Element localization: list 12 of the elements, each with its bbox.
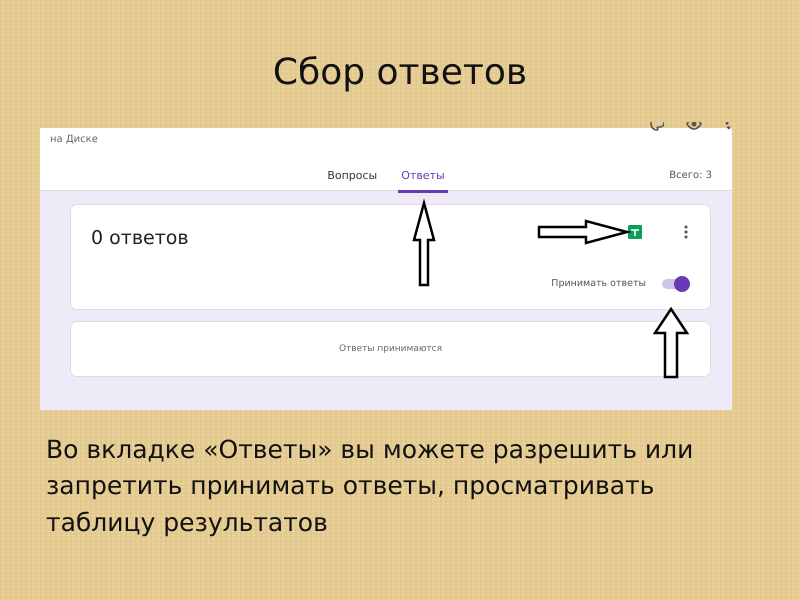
- status-text: Ответы принимаются: [338, 344, 442, 354]
- slide-title: Сбор ответов: [272, 52, 528, 93]
- accept-responses-label: Принимать ответы: [551, 278, 646, 289]
- spreadsheet-icon[interactable]: [628, 225, 642, 239]
- save-status: на Диске: [49, 133, 98, 145]
- accept-responses-toggle[interactable]: [660, 275, 692, 293]
- caption-text: Во вкладке «Ответы» вы можете разрешить или запретить принимать ответы, просматривать таблицу результатов: [46, 434, 694, 538]
- response-count: 0 ответов: [91, 227, 189, 249]
- form-tab[interactable]: Ответы: [398, 169, 448, 193]
- form-tab[interactable]: Вопросы: [324, 169, 380, 193]
- total-responses: Всего: 3: [669, 170, 712, 181]
- more-icon[interactable]: [684, 225, 688, 239]
